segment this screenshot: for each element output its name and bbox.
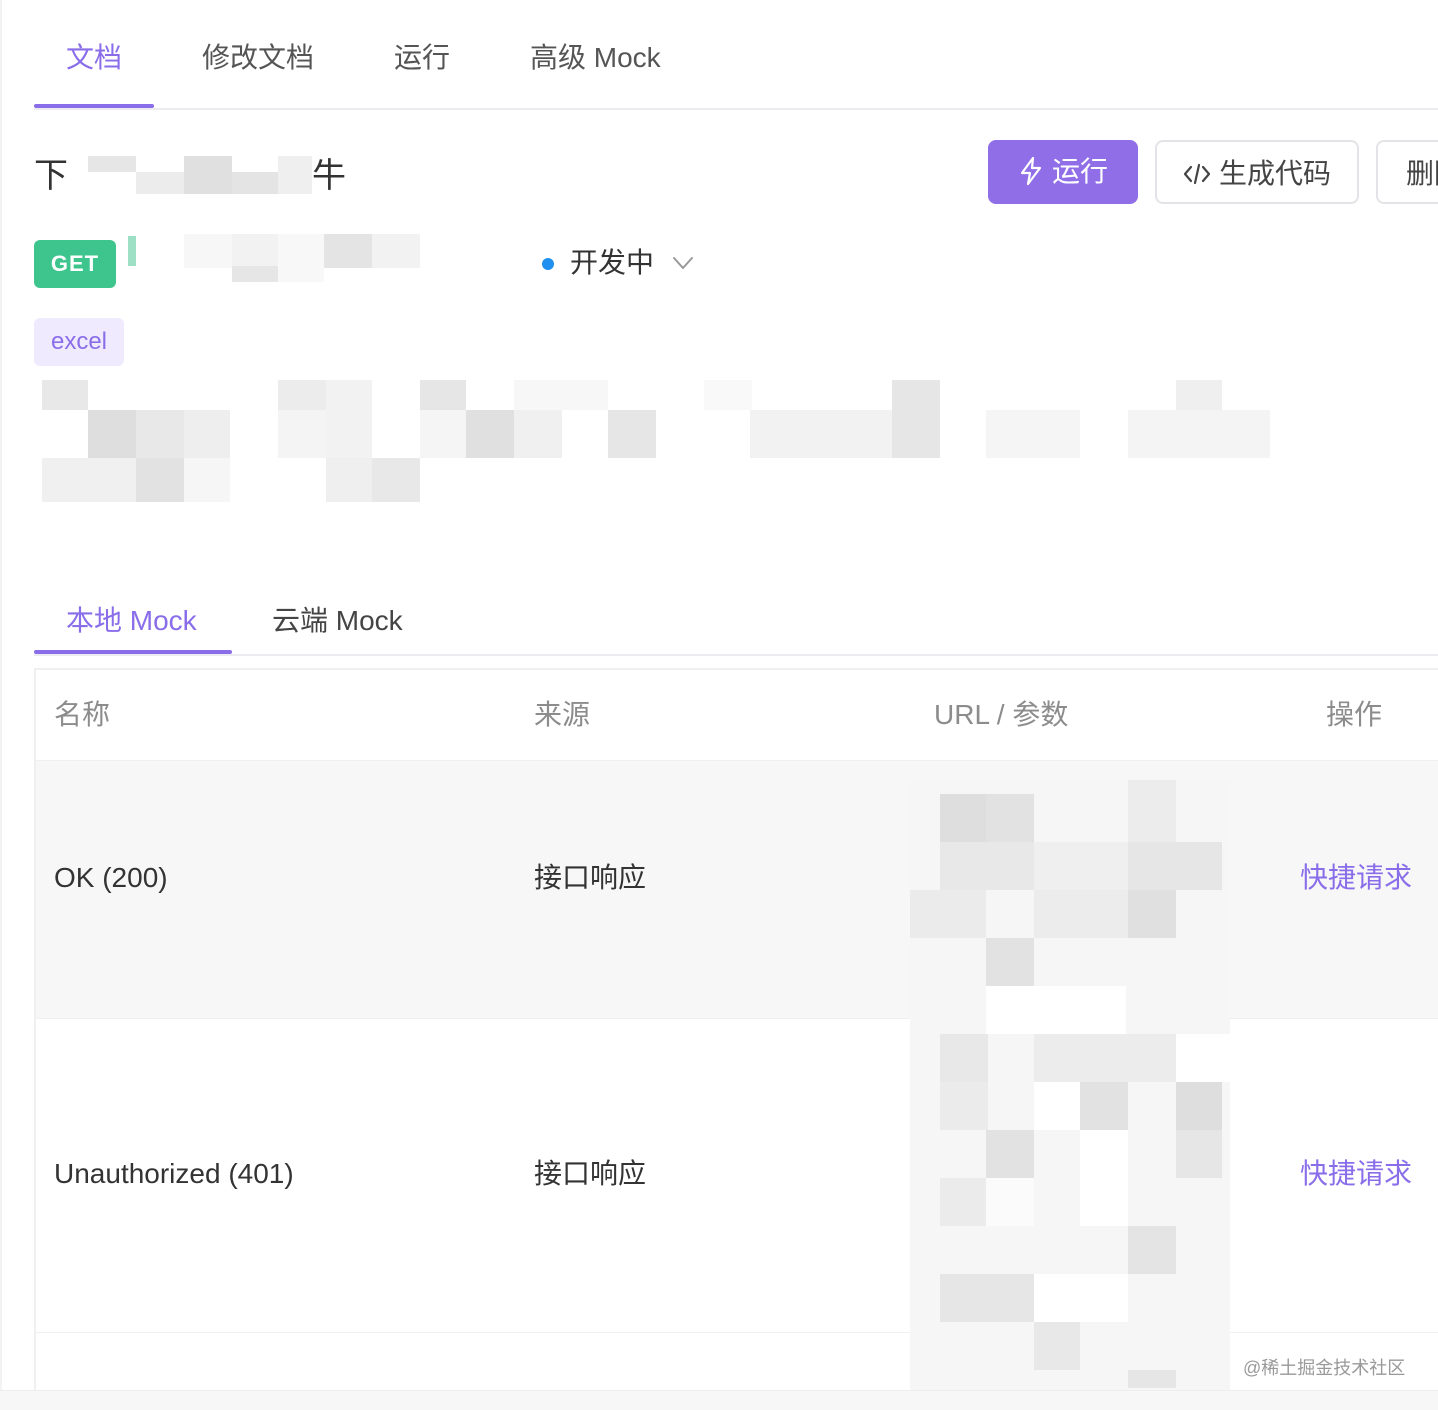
delete-button-label: 删除 [1406, 158, 1438, 189]
table-header: 名称 来源 URL / 参数 操作 [36, 670, 1438, 760]
redacted-title [232, 172, 278, 194]
column-source: 来源 [534, 699, 591, 730]
mock-name: Unauthorized (401) [54, 1158, 294, 1189]
method-badge: GET [34, 240, 116, 288]
api-title-suffix: 牛 [312, 157, 346, 195]
status-dot [542, 258, 554, 270]
redacted-path [278, 234, 324, 282]
column-name: 名称 [54, 699, 111, 730]
redacted-path [128, 236, 136, 266]
mock-tab-bar: 本地 Mock 云端 Mock [34, 590, 1438, 656]
generate-code-button[interactable]: 生成代码 [1155, 140, 1359, 204]
left-divider [0, 0, 2, 1410]
run-button-label: 运行 [1051, 156, 1108, 187]
redacted-path [324, 234, 372, 268]
lightning-icon [1018, 140, 1044, 204]
mock-source: 接口响应 [534, 1158, 647, 1189]
quick-request-link[interactable]: 快捷请求 [1300, 1155, 1412, 1193]
redacted-title [184, 156, 232, 194]
delete-button[interactable]: 删除 [1376, 140, 1438, 204]
api-title: 下 [34, 152, 68, 200]
tab-cloud-mock[interactable]: 云端 Mock [272, 602, 403, 640]
tab-advanced-mock[interactable]: 高级 Mock [530, 40, 661, 106]
redacted-path [184, 234, 232, 268]
tag-badge[interactable]: excel [34, 318, 124, 366]
status-select[interactable]: 开发中 [570, 244, 654, 282]
watermark: @稀土掘金技术社区 [1243, 1358, 1406, 1378]
tab-local-mock[interactable]: 本地 Mock [66, 602, 197, 640]
run-button[interactable]: 运行 [988, 140, 1138, 204]
tab-run[interactable]: 运行 [394, 40, 450, 106]
mock-name: OK (200) [54, 862, 168, 893]
redacted-title [278, 156, 312, 194]
column-actions: 操作 [1326, 699, 1383, 730]
active-mock-tab-indicator [34, 650, 232, 654]
redacted-title [136, 172, 184, 194]
code-icon [1183, 142, 1211, 206]
mock-source: 接口响应 [534, 862, 647, 893]
tab-edit-doc[interactable]: 修改文档 [202, 40, 314, 106]
column-url-params: URL / 参数 [934, 699, 1069, 730]
top-tab-bar: 文档 修改文档 运行 高级 Mock [34, 0, 1438, 110]
tab-doc[interactable]: 文档 [66, 40, 122, 106]
active-tab-indicator [34, 104, 154, 108]
chevron-down-icon[interactable] [672, 244, 694, 282]
redacted-path [372, 234, 420, 268]
redacted-title [88, 156, 136, 172]
bottom-bar [0, 1390, 1438, 1410]
redacted-path [232, 266, 278, 282]
redacted-path [232, 234, 278, 268]
api-doc-page: 文档 修改文档 运行 高级 Mock 下 牛 运行 生成代码 删除 [0, 0, 1438, 1410]
quick-request-link[interactable]: 快捷请求 [1300, 859, 1412, 897]
generate-code-label: 生成代码 [1218, 158, 1331, 189]
api-title-end: 牛 [312, 152, 346, 200]
api-title-prefix: 下 [34, 157, 68, 195]
